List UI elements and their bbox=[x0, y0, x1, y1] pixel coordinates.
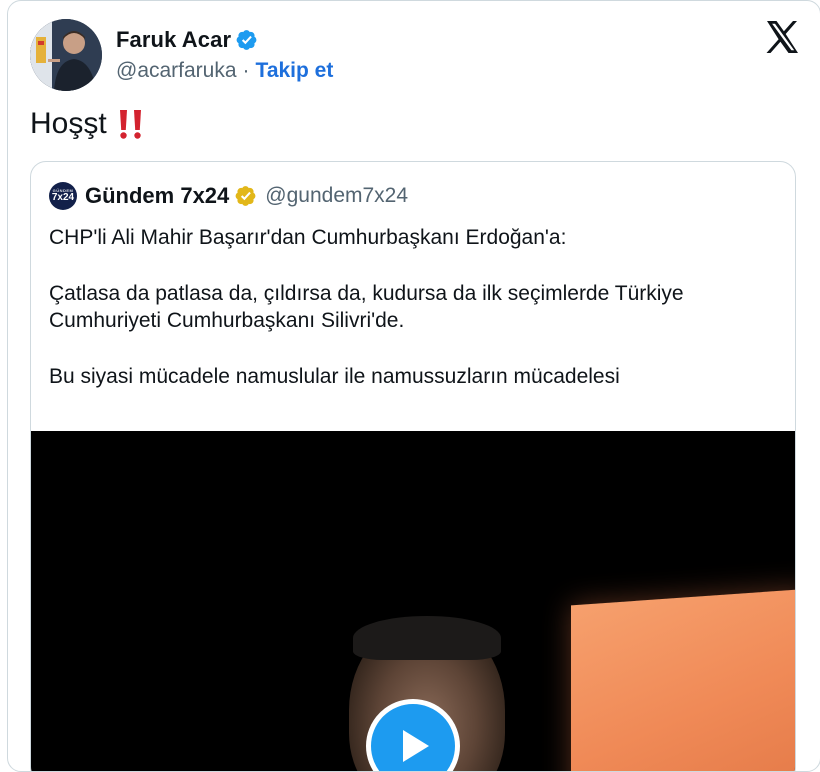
quoted-line: CHP'li Ali Mahir Başarır'dan Cumhurbaşka… bbox=[49, 226, 567, 249]
quoted-author-handle[interactable]: @gundem7x24 bbox=[265, 184, 408, 208]
follow-link[interactable]: Takip et bbox=[256, 59, 334, 83]
separator-dot: · bbox=[242, 59, 250, 82]
quoted-line: Çatlasa da patlasa da, çıldırsa da, kudu… bbox=[49, 282, 684, 332]
author-avatar[interactable] bbox=[30, 19, 102, 91]
verified-badge-icon bbox=[236, 30, 257, 50]
quoted-tweet-text: CHP'li Ali Mahir Başarır'dan Cumhurbaşka… bbox=[49, 224, 779, 390]
background-panel bbox=[571, 588, 795, 771]
double-exclamation-icon bbox=[119, 110, 141, 139]
quoted-author-avatar[interactable]: GÜNDEM 7x24 bbox=[49, 182, 77, 210]
quoted-tweet[interactable]: GÜNDEM 7x24 Gündem 7x24 @gundem7x24 CHP'… bbox=[30, 161, 796, 771]
quoted-line: Bu siyasi mücadele namuslular ile namuss… bbox=[49, 365, 620, 388]
quoted-author-name[interactable]: Gündem 7x24 bbox=[85, 183, 229, 209]
video-thumbnail[interactable] bbox=[31, 431, 795, 771]
verified-badge-gold-icon bbox=[235, 186, 256, 206]
quoted-tweet-header: GÜNDEM 7x24 Gündem 7x24 @gundem7x24 bbox=[49, 182, 408, 210]
quoted-avatar-main-text: 7x24 bbox=[51, 192, 75, 203]
quoted-avatar-small-text: GÜNDEM bbox=[52, 188, 74, 193]
author-name[interactable]: Faruk Acar bbox=[116, 27, 231, 53]
author-handle[interactable]: @acarfaruka bbox=[116, 59, 237, 83]
play-icon bbox=[403, 730, 429, 762]
tweet-text: Hoşşt bbox=[30, 107, 145, 141]
embedded-tweet-card: Faruk Acar @acarfaruka · Takip et Hoşşt … bbox=[7, 0, 820, 772]
tweet-header: Faruk Acar @acarfaruka · Takip et bbox=[30, 19, 800, 91]
video-person-hair bbox=[353, 616, 501, 660]
x-logo-icon[interactable] bbox=[764, 19, 800, 55]
tweet-body: Hoşşt bbox=[30, 107, 107, 140]
